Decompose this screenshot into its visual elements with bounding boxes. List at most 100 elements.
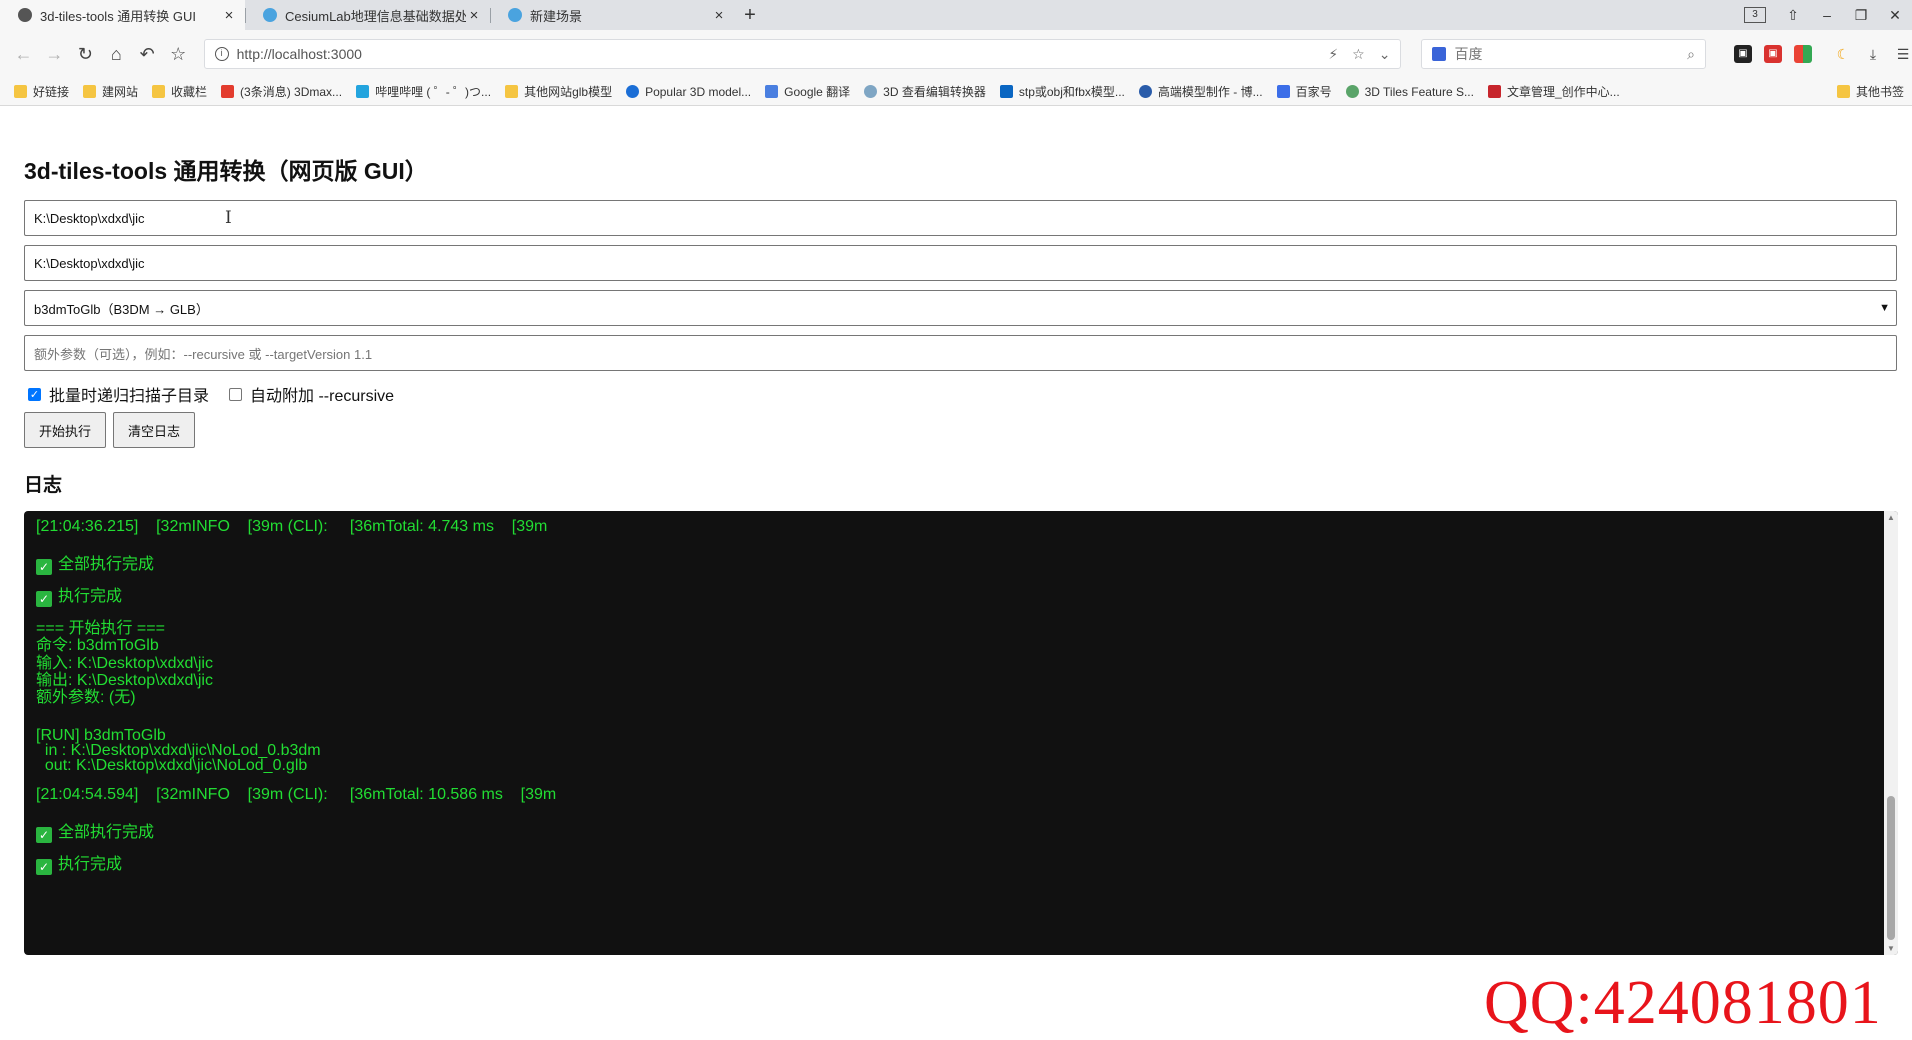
close-icon[interactable]: × xyxy=(711,7,727,24)
blog-icon xyxy=(1138,85,1152,98)
bookmark-item[interactable]: stp或obj和fbx模型... xyxy=(999,83,1125,100)
scroll-down-icon[interactable]: ▼ xyxy=(1884,944,1898,953)
scrollbar-thumb[interactable] xyxy=(1887,796,1895,940)
tab-title: 新建场景 xyxy=(530,8,583,24)
window-count-badge[interactable]: 3 xyxy=(1744,7,1766,23)
log-heading: 日志 xyxy=(24,475,63,496)
folder-icon xyxy=(14,85,27,98)
bookmark-item[interactable]: 其他网站glb模型 xyxy=(505,83,612,100)
cesium-icon xyxy=(508,8,522,22)
tab-cesiumlab[interactable]: CesiumLab地理信息基础数据处 × xyxy=(245,0,490,30)
bilibili-icon xyxy=(356,85,370,98)
chevron-down-icon[interactable]: ⌄ xyxy=(1379,46,1391,63)
search-box[interactable]: 百度 ⌕ xyxy=(1421,39,1706,69)
bookmark-item[interactable]: 哔哩哔哩 ( ゜- ゜)つ... xyxy=(356,83,491,100)
forward-icon[interactable]: → xyxy=(39,39,70,69)
clear-log-button[interactable]: 清空日志 xyxy=(113,412,196,448)
menu-icon[interactable]: ☰ xyxy=(1894,45,1912,63)
bookmark-item[interactable]: 好链接 xyxy=(14,83,69,100)
info-icon[interactable]: i xyxy=(214,47,229,61)
lightning-icon[interactable]: ⚡ xyxy=(1328,46,1338,63)
back-icon[interactable]: ← xyxy=(8,39,39,69)
tab-gui[interactable]: 3d-tiles-tools 通用转换 GUI × xyxy=(0,0,245,30)
browser-toolbar: ← → ↻ ⌂ ↶ ☆ i http://localhost:3000 ⚡ ☆ … xyxy=(0,30,1912,78)
tab-new-scene[interactable]: 新建场景 × xyxy=(490,0,735,30)
scroll-up-icon[interactable]: ▲ xyxy=(1884,513,1898,522)
bookmark-item[interactable]: 百家号 xyxy=(1276,83,1332,100)
input-path-field[interactable]: K:\Desktop\xdxd\jic I xyxy=(24,200,1897,236)
search-icon[interactable]: ⌕ xyxy=(1687,46,1695,63)
auto-recursive-checkbox-label[interactable]: 自动附加 --recursive xyxy=(250,382,394,406)
bookmark-item[interactable]: 3D 查看编辑转换器 xyxy=(864,83,986,100)
tab-title: 3d-tiles-tools 通用转换 GUI xyxy=(40,8,197,24)
log-line: 额外参数: (无) xyxy=(36,689,136,706)
extra-args-input[interactable]: 额外参数（可选），例如：--recursive 或 --targetVersio… xyxy=(24,335,1897,371)
url-text[interactable]: http://localhost:3000 xyxy=(237,46,1329,62)
bookmark-item[interactable]: 3D Tiles Feature S... xyxy=(1345,85,1474,99)
log-line: ✓ 执行完成 xyxy=(36,850,122,875)
browser-tab-strip: 3d-tiles-tools 通用转换 GUI × CesiumLab地理信息基… xyxy=(0,0,1912,30)
reload-icon[interactable]: ↻ xyxy=(70,39,101,69)
night-mode-icon[interactable]: ☾ xyxy=(1834,45,1852,63)
minimize-icon[interactable]: – xyxy=(1810,7,1844,23)
home-icon[interactable]: ⌂ xyxy=(101,39,132,69)
recursive-checkbox[interactable]: ✓ xyxy=(28,387,41,401)
restore-icon[interactable]: ❐ xyxy=(1844,7,1878,24)
checkmark-icon: ✓ xyxy=(36,827,52,843)
close-icon[interactable]: × xyxy=(221,7,237,24)
bookmark-item[interactable]: 文章管理_创作中心... xyxy=(1487,83,1620,100)
checkmark-icon: ✓ xyxy=(36,559,52,575)
other-bookmarks[interactable]: 其他书签 xyxy=(1836,83,1904,100)
command-select[interactable]: b3dmToGlb（B3DM → GLB） ▼ xyxy=(24,290,1897,326)
close-icon[interactable]: × xyxy=(466,7,482,24)
log-scrollbar[interactable]: ▲ ▼ xyxy=(1884,511,1898,955)
cesium-icon xyxy=(263,8,277,22)
bookmarks-bar: 好链接 建网站 收藏栏 (3条消息) 3Dmax... 哔哩哔哩 ( ゜- ゜)… xyxy=(0,78,1912,106)
bookmark-item[interactable]: 高端模型制作 - 博... xyxy=(1138,83,1263,100)
bookmark-item[interactable]: Popular 3D model... xyxy=(626,85,751,99)
baidu-icon xyxy=(1432,47,1447,61)
log-line: [21:04:36.215] [32mINFO [39m (CLI): [36m… xyxy=(36,518,548,535)
undo-close-icon[interactable]: ↶ xyxy=(132,39,163,69)
checkmark-icon: ✓ xyxy=(36,859,52,875)
text-cursor-icon: I xyxy=(225,208,232,228)
new-tab-button[interactable]: + xyxy=(735,0,765,30)
tab-title: CesiumLab地理信息基础数据处 xyxy=(285,8,466,24)
extension-icon[interactable]: ▣ xyxy=(1733,45,1752,63)
address-bar[interactable]: i http://localhost:3000 ⚡ ☆ ⌄ xyxy=(203,39,1402,69)
folder-icon xyxy=(152,85,166,98)
bookmark-item[interactable]: 建网站 xyxy=(83,83,138,100)
close-window-icon[interactable]: ✕ xyxy=(1878,7,1912,24)
log-line: out: K:\Desktop\xdxd\jic\NoLod_0.glb xyxy=(36,757,308,774)
apps-icon[interactable] xyxy=(1793,45,1812,63)
cloud-icon xyxy=(864,85,878,98)
page-title: 3d-tiles-tools 通用转换（网页版 GUI） xyxy=(24,158,428,184)
toolbar-extensions: ▣ ▣ ☾ ⤓ ☰ xyxy=(1733,45,1912,63)
star-icon[interactable]: ☆ xyxy=(1352,46,1365,63)
search-input[interactable]: 百度 xyxy=(1454,44,1687,64)
folder-icon xyxy=(83,85,97,98)
auto-recursive-checkbox[interactable] xyxy=(229,387,243,401)
log-line: [21:04:54.594] [32mINFO [39m (CLI): [36m… xyxy=(36,786,557,803)
recursive-checkbox-label[interactable]: 批量时递归扫描子目录 xyxy=(49,382,209,406)
checkmark-icon: ✓ xyxy=(36,591,52,607)
watermark: QQ:424081801 xyxy=(1484,969,1882,1037)
log-line: ✓ 全部执行完成 xyxy=(36,818,154,843)
baijiahao-icon xyxy=(1276,85,1290,98)
sketchfab-icon xyxy=(626,85,640,98)
extension-icon[interactable]: ▣ xyxy=(1763,45,1782,63)
log-console[interactable]: [21:04:36.215] [32mINFO [39m (CLI): [36m… xyxy=(24,511,1898,955)
log-line: ✓ 全部执行完成 xyxy=(36,550,154,575)
bookmark-star-icon[interactable]: ☆ xyxy=(163,39,194,69)
bookmark-item[interactable]: (3条消息) 3Dmax... xyxy=(221,83,342,100)
output-path-field[interactable]: K:\Desktop\xdxd\jic xyxy=(24,245,1897,281)
start-button[interactable]: 开始执行 xyxy=(24,412,107,448)
chevron-down-icon: ▼ xyxy=(1879,302,1890,314)
download-icon[interactable]: ⤓ xyxy=(1864,45,1882,63)
folder-icon xyxy=(1836,85,1850,98)
bookmark-item[interactable]: Google 翻译 xyxy=(765,83,850,100)
options-row: ✓ 批量时递归扫描子目录 自动附加 --recursive xyxy=(28,382,414,406)
skin-icon[interactable]: ⇧ xyxy=(1776,7,1810,24)
bookmark-item[interactable]: 收藏栏 xyxy=(152,83,207,100)
cesium-icon xyxy=(1345,85,1359,98)
